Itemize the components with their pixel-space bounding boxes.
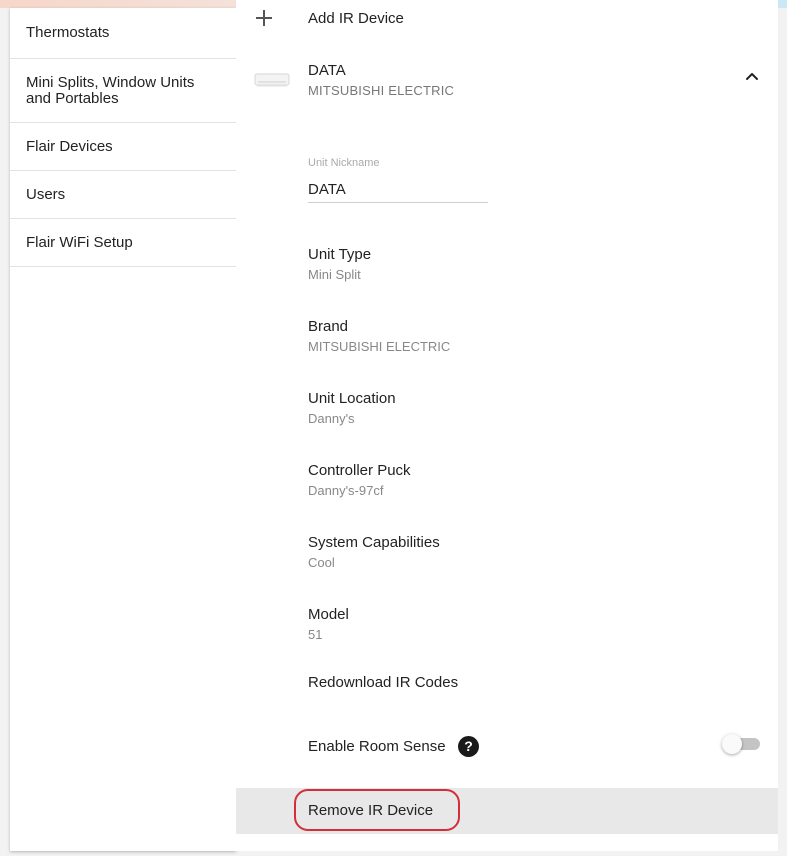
sidebar-item-mini-splits[interactable]: Mini Splits, Window Units and Portables [10,59,236,123]
toggle-thumb [722,734,742,754]
sidebar-item-label: Flair Devices [26,137,113,155]
system-capabilities-label: System Capabilities [308,534,440,551]
device-brand: MITSUBISHI ELECTRIC [308,83,455,98]
redownload-ir-codes-button[interactable]: Redownload IR Codes [308,674,458,691]
add-ir-device-button[interactable]: Add IR Device [236,4,778,34]
unit-type-label: Unit Type [308,246,372,263]
sidebar-item-thermostats[interactable]: Thermostats [10,8,236,59]
help-icon[interactable]: ? [458,736,479,757]
sidebar-item-wifi-setup[interactable]: Flair WiFi Setup [10,219,236,267]
model-field: Model 51 [308,606,748,643]
sidebar-item-users[interactable]: Users [10,171,236,219]
sidebar-item-label: Flair WiFi Setup [26,233,133,251]
unit-type-field: Unit Type Mini Split [308,246,748,283]
system-capabilities-field: System Capabilities Cool [308,534,748,571]
add-ir-device-label: Add IR Device [308,10,404,27]
system-capabilities-value: Cool [308,555,335,570]
mini-split-unit-icon [254,73,290,87]
chevron-up-icon[interactable] [744,70,760,82]
model-label: Model [308,606,349,623]
brand-label: Brand [308,318,349,335]
unit-location-label: Unit Location [308,390,396,407]
sidebar-item-label: Users [26,185,66,203]
sidebar-item-label: Mini Splits, Window Units and Portables [26,73,195,107]
nickname-input[interactable] [308,177,488,203]
sidebar-item-flair-devices[interactable]: Flair Devices [10,123,236,171]
device-header[interactable]: DATA MITSUBISHI ELECTRIC [236,56,778,104]
brand-field: Brand MITSUBISHI ELECTRIC [308,318,748,355]
unit-location-value: Danny's [308,411,355,426]
brand-value: MITSUBISHI ELECTRIC [308,339,451,354]
remove-ir-device-button[interactable]: Remove IR Device [294,789,460,831]
device-name: DATA [308,62,346,79]
unit-type-value: Mini Split [308,267,361,282]
room-sense-label: Enable Room Sense [308,738,446,755]
model-value: 51 [308,627,323,642]
room-sense-toggle[interactable] [722,734,762,754]
main-panel: Add IR Device DATA MITSUBISHI ELECTRIC U… [236,0,778,851]
sidebar-item-label: Thermostats [26,24,110,41]
plus-icon [256,10,272,26]
unit-location-field: Unit Location Danny's [308,390,748,427]
sidebar: Thermostats Mini Splits, Window Units an… [10,8,236,851]
remove-row: Remove IR Device [236,788,778,834]
controller-puck-value: Danny's-97cf [308,483,384,498]
nickname-label: Unit Nickname [308,157,380,169]
controller-puck-label: Controller Puck [308,462,411,479]
controller-puck-field: Controller Puck Danny's-97cf [308,462,748,499]
